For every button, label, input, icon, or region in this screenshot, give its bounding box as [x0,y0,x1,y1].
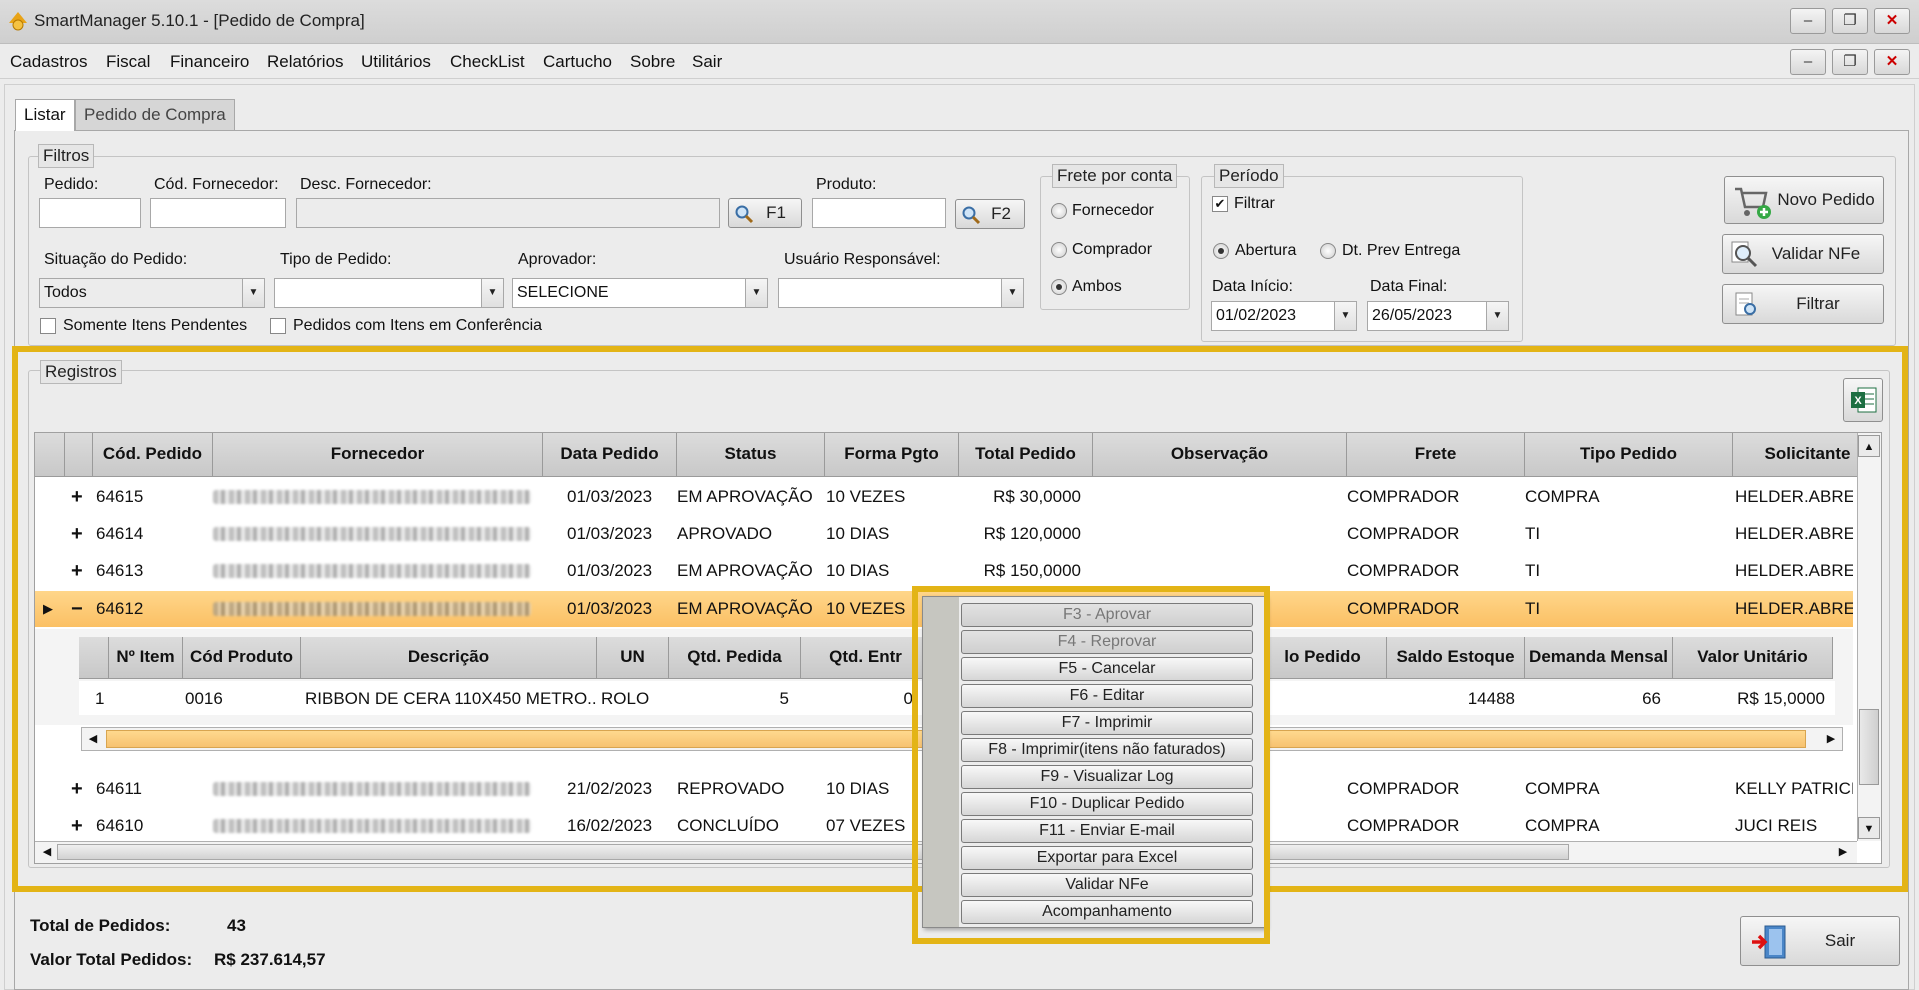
filtrar-label: Filtrar [1796,294,1840,313]
filtrar-periodo-checkbox[interactable]: ✔ [1212,196,1228,212]
desc-fornecedor-label: Desc. Fornecedor: [300,176,432,193]
usuario-responsavel-label: Usuário Responsável: [784,251,941,268]
situacao-value: Todos [44,284,87,301]
child-restore-button[interactable]: ❐ [1832,49,1868,75]
chevron-down-icon[interactable]: ▼ [242,279,264,307]
tipo-pedido-select[interactable]: ▼ [274,278,504,308]
total-pedidos-label: Total de Pedidos: [30,916,171,935]
menu-checklist[interactable]: CheckList [450,52,525,72]
menu-cartucho[interactable]: Cartucho [543,52,612,72]
magnifier-icon [1731,241,1758,268]
window-title: SmartManager 5.10.1 - [Pedido de Compra] [34,11,365,30]
menu-sobre[interactable]: Sobre [630,52,675,72]
total-pedidos-value: 43 [227,916,246,935]
tab-listar[interactable]: Listar [15,99,75,131]
desc-fornecedor-input[interactable] [296,198,720,228]
somente-pendentes-checkbox[interactable] [40,318,56,334]
produto-input[interactable] [812,198,946,228]
f2-search-button[interactable]: F2 [955,199,1025,229]
sair-label: Sair [1824,931,1856,950]
aprovador-value: SELECIONE [517,284,609,301]
f2-label: F2 [991,204,1011,223]
validar-nfe-button[interactable]: Validar NFe [1722,234,1884,274]
frete-comprador-radio[interactable] [1051,242,1067,258]
magnifier-icon [735,205,754,224]
chevron-down-icon[interactable]: ▼ [745,279,767,307]
filtrar-periodo-label: Filtrar [1234,195,1275,212]
minimize-button[interactable]: – [1790,8,1826,34]
periodo-legend: Período [1214,164,1284,188]
menu-fiscal[interactable]: Fiscal [106,52,150,72]
produto-label: Produto: [816,176,877,193]
prev-entrega-label: Dt. Prev Entrega [1342,242,1461,259]
magnifier-icon [962,206,981,225]
menu-financeiro[interactable]: Financeiro [170,52,249,72]
chevron-down-icon[interactable]: ▼ [1334,302,1356,330]
frete-fornecedor-label: Fornecedor [1072,202,1154,219]
prev-entrega-radio[interactable] [1320,243,1336,259]
chevron-down-icon[interactable]: ▼ [1486,302,1508,330]
pedido-label: Pedido: [44,176,99,193]
frete-ambos-label: Ambos [1072,278,1122,295]
aprovador-select[interactable]: SELECIONE ▼ [512,278,768,308]
data-final-value: 26/05/2023 [1372,307,1453,324]
data-inicio-value: 01/02/2023 [1216,307,1297,324]
valor-total-label: Valor Total Pedidos: [30,950,193,969]
somente-pendentes-label: Somente Itens Pendentes [63,317,248,334]
valor-total-value: R$ 237.614,57 [214,950,326,969]
validar-nfe-label: Validar NFe [1771,244,1861,263]
f1-search-button[interactable]: F1 [728,198,802,228]
close-button[interactable]: ✕ [1874,8,1910,34]
filtrar-button[interactable]: Filtrar [1722,284,1884,324]
restore-button[interactable]: ❐ [1832,8,1868,34]
com-conferencia-label: Pedidos com Itens em Conferência [293,317,543,334]
data-inicio-input[interactable]: 01/02/2023 ▼ [1211,301,1357,331]
novo-pedido-label: Novo Pedido [1777,190,1875,209]
cod-fornecedor-label: Cód. Fornecedor: [154,176,279,193]
menu-sair[interactable]: Sair [692,52,722,72]
abertura-radio[interactable] [1213,243,1229,259]
highlight-context-menu [912,586,1270,944]
chevron-down-icon[interactable]: ▼ [1001,279,1023,307]
cod-fornecedor-input[interactable] [150,198,286,228]
frete-legend: Frete por conta [1052,164,1178,188]
situacao-select[interactable]: Todos ▼ [39,278,265,308]
document-search-icon [1735,292,1756,316]
menu-bar: Cadastros Fiscal Financeiro Relatórios U… [0,45,1919,79]
chevron-down-icon[interactable]: ▼ [481,279,503,307]
child-minimize-button[interactable]: – [1790,49,1826,75]
tab-pedido-de-compra[interactable]: Pedido de Compra [75,99,235,131]
title-bar: SmartManager 5.10.1 - [Pedido de Compra]… [0,0,1919,44]
menu-relatorios[interactable]: Relatórios [267,52,344,72]
usuario-responsavel-select[interactable]: ▼ [778,278,1024,308]
com-conferencia-checkbox[interactable] [270,318,286,334]
situacao-label: Situação do Pedido: [44,251,188,268]
filtros-legend: Filtros [38,144,95,168]
shopping-cart-add-icon [1735,187,1771,219]
frete-comprador-label: Comprador [1072,241,1153,258]
data-inicio-label: Data Início: [1212,278,1293,295]
exit-door-icon [1752,925,1786,959]
app-logo-icon [9,12,27,31]
sair-button[interactable]: Sair [1740,916,1900,966]
frete-fornecedor-radio[interactable] [1051,203,1067,219]
abertura-label: Abertura [1235,242,1297,259]
pedido-input[interactable] [39,198,141,228]
novo-pedido-button[interactable]: Novo Pedido [1724,176,1884,224]
f1-label: F1 [766,203,786,222]
aprovador-label: Aprovador: [518,251,597,268]
data-final-input[interactable]: 26/05/2023 ▼ [1367,301,1509,331]
menu-utilitarios[interactable]: Utilitários [361,52,431,72]
tipo-pedido-label: Tipo de Pedido: [280,251,392,268]
child-close-button[interactable]: ✕ [1874,49,1910,75]
frete-ambos-radio[interactable] [1051,279,1067,295]
menu-cadastros[interactable]: Cadastros [10,52,87,72]
data-final-label: Data Final: [1370,278,1448,295]
